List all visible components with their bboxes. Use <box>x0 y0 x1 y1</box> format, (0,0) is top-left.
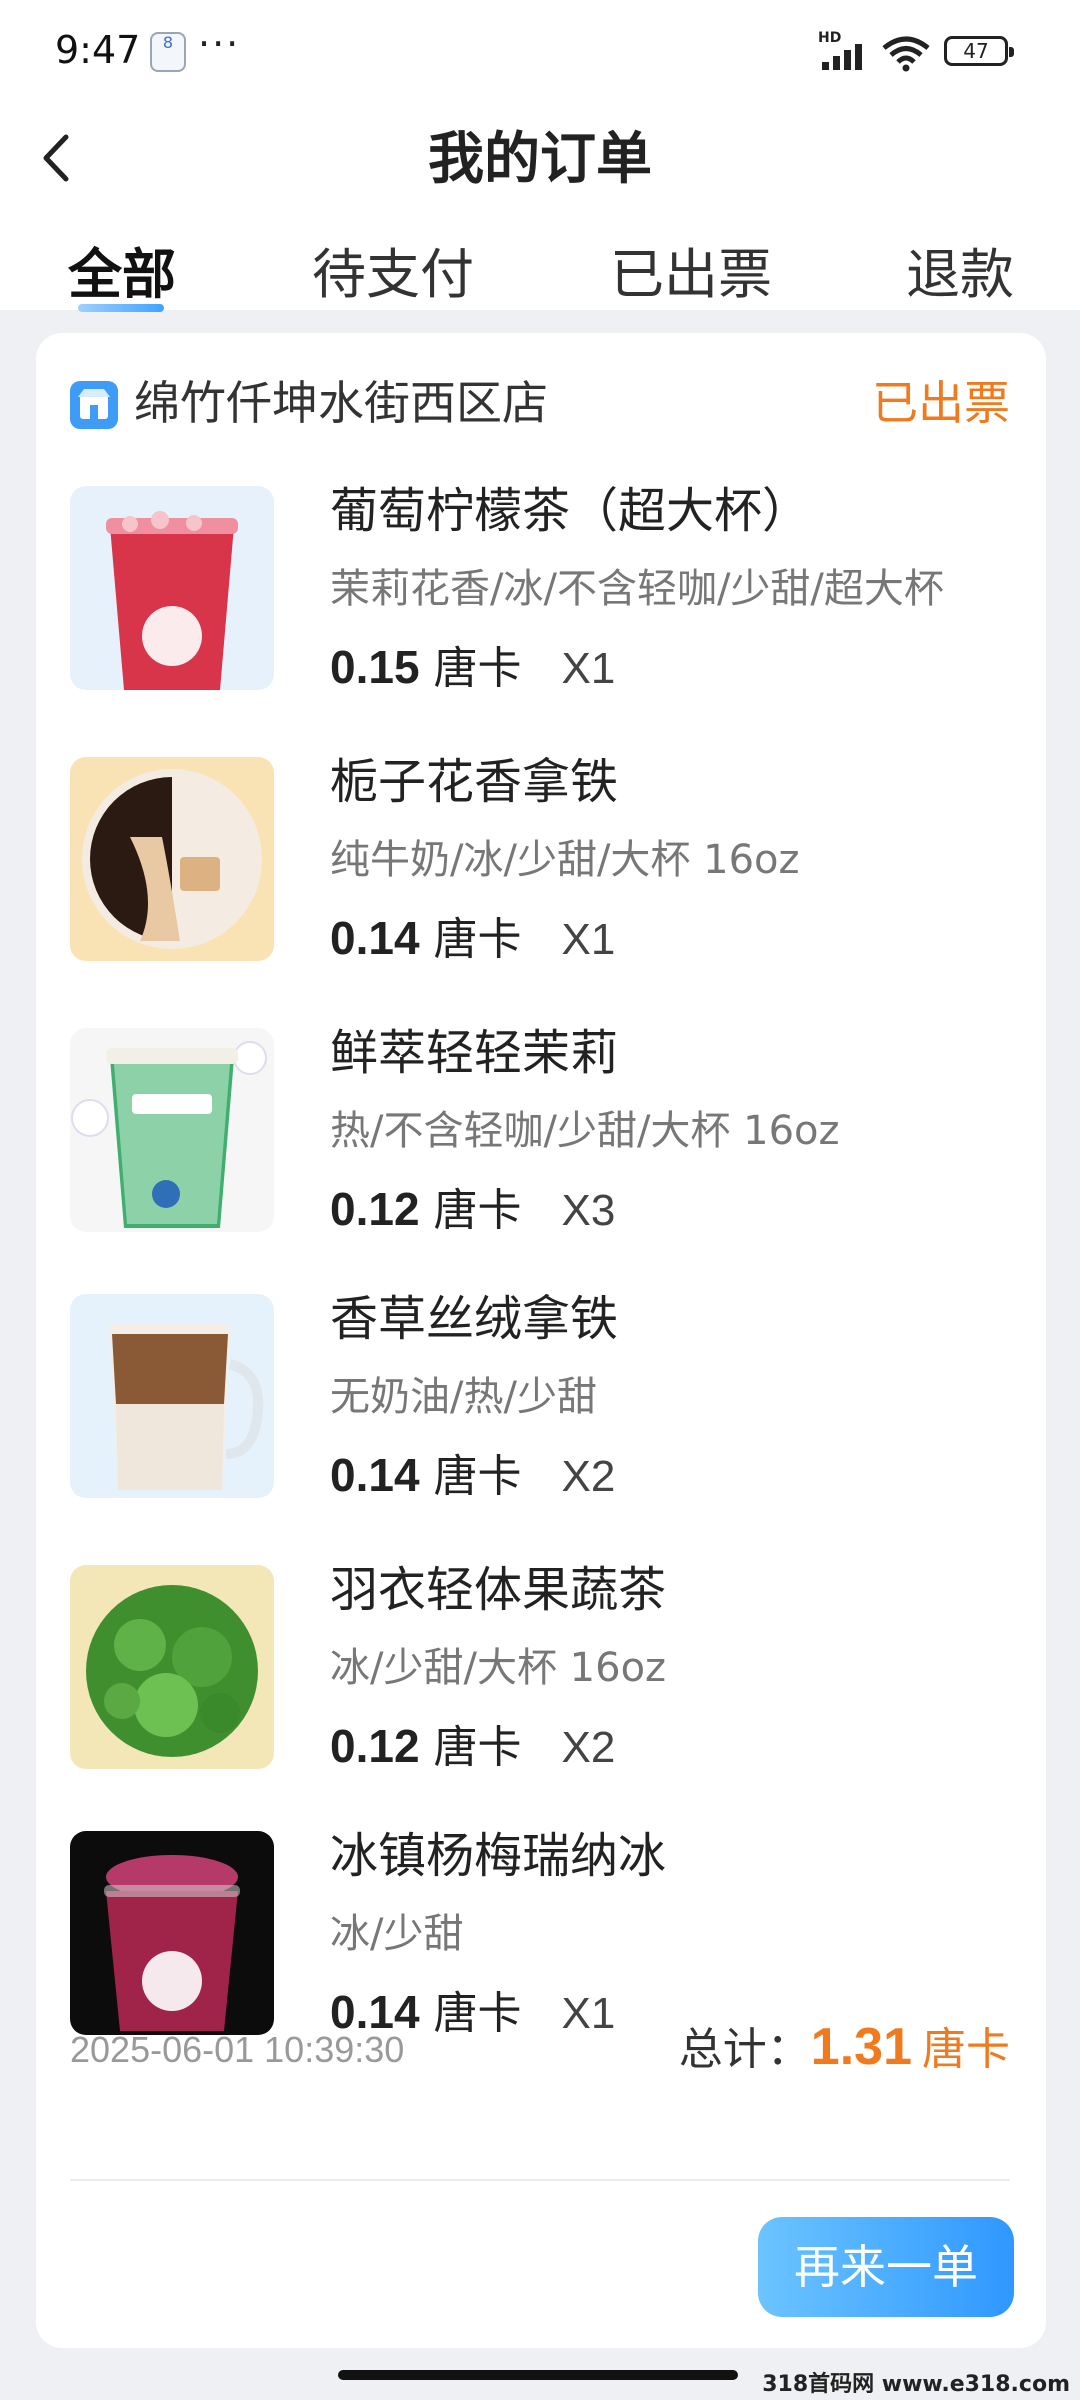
item-spec: 冰/少甜 <box>330 1911 464 1957</box>
more-notifications-icon: ··· <box>198 22 241 66</box>
item-price-unit: 唐卡 <box>433 1451 522 1502</box>
store-icon <box>70 381 118 429</box>
total-label: 总计： <box>678 2024 811 2075</box>
item-price-value: 0.14 <box>330 912 420 964</box>
order-item[interactable]: 栀子花香拿铁 纯牛奶/冰/少甜/大杯 16oz 0.14 唐卡 X1 <box>70 754 1010 967</box>
battery-icon: 47 <box>944 36 1014 66</box>
order-item[interactable]: 香草丝绒拿铁 无奶油/热/少甜 0.14 唐卡 X2 <box>70 1291 1010 1504</box>
header: 我的订单 <box>0 100 1080 220</box>
item-name: 香草丝绒拿铁 <box>330 1291 619 1347</box>
item-price-value: 0.15 <box>330 641 420 693</box>
item-price-unit: 唐卡 <box>433 914 522 965</box>
order-item[interactable]: 羽衣轻体果蔬茶 冰/少甜/大杯 16oz 0.12 唐卡 X2 <box>70 1562 1010 1775</box>
item-quantity: X2 <box>561 1452 616 1501</box>
item-name: 栀子花香拿铁 <box>330 754 619 810</box>
item-spec: 热/不含轻咖/少甜/大杯 16oz <box>330 1108 840 1154</box>
item-spec: 无奶油/热/少甜 <box>330 1374 597 1420</box>
back-button[interactable] <box>40 118 100 198</box>
order-item[interactable]: 葡萄柠檬茶（超大杯） 茉莉花香/冰/不含轻咖/少甜/超大杯 0.15 唐卡 X1 <box>70 483 1010 696</box>
product-image <box>70 486 274 690</box>
item-quantity: X2 <box>561 1723 616 1772</box>
product-image <box>70 1294 274 1498</box>
product-image <box>70 757 274 961</box>
item-price-unit: 唐卡 <box>433 1185 522 1236</box>
item-name: 羽衣轻体果蔬茶 <box>330 1562 667 1618</box>
status-bar: 9:47 8 ··· HD 47 <box>0 0 1080 100</box>
product-image <box>70 1565 274 1769</box>
item-quantity: X3 <box>561 1186 616 1235</box>
order-card[interactable]: 绵竹仟坤水街西区店 已出票 葡萄柠檬茶（超大杯） 茉莉花香/冰/不含轻咖/少甜/… <box>36 333 1046 2348</box>
item-quantity: X1 <box>561 915 616 964</box>
item-price-value: 0.12 <box>330 1720 420 1772</box>
item-price: 0.14 唐卡 X1 <box>330 911 615 967</box>
item-quantity: X1 <box>561 644 616 693</box>
order-timestamp: 2025-06-01 10:39:30 <box>70 2029 405 2070</box>
reorder-button[interactable]: 再来一单 <box>758 2217 1014 2317</box>
divider <box>70 2179 1010 2181</box>
signal-icon <box>822 44 862 70</box>
item-quantity: X1 <box>561 1989 616 2038</box>
item-name: 葡萄柠檬茶（超大杯） <box>330 483 811 539</box>
watermark: 318首码网 www.e318.com <box>762 2372 1070 2397</box>
tab-pending-payment[interactable]: 待支付 <box>312 230 474 306</box>
product-image <box>70 1028 274 1232</box>
order-item[interactable]: 冰镇杨梅瑞纳冰 冰/少甜 0.14 唐卡 X1 <box>70 1828 1010 2041</box>
order-item[interactable]: 鲜萃轻轻茉莉 热/不含轻咖/少甜/大杯 16oz 0.12 唐卡 X3 <box>70 1025 1010 1238</box>
total-value: 1.31 <box>810 2018 912 2076</box>
item-spec: 冰/少甜/大杯 16oz <box>330 1645 667 1691</box>
item-price-unit: 唐卡 <box>433 643 522 694</box>
page-title: 我的订单 <box>428 127 652 192</box>
item-price: 0.14 唐卡 X2 <box>330 1448 615 1504</box>
status-time: 9:47 <box>55 28 141 72</box>
item-price-unit: 唐卡 <box>433 1722 522 1773</box>
tab-refund[interactable]: 退款 <box>906 230 1014 306</box>
tab-all[interactable]: 全部 <box>68 230 176 306</box>
item-name: 冰镇杨梅瑞纳冰 <box>330 1828 667 1884</box>
store-name: 绵竹仟坤水街西区店 <box>134 376 548 430</box>
notification-app-icon: 8 <box>150 32 186 72</box>
store-header: 绵竹仟坤水街西区店 已出票 <box>70 373 1010 433</box>
wifi-icon <box>882 36 930 72</box>
item-price-value: 0.12 <box>330 1183 420 1235</box>
order-status-badge: 已出票 <box>872 376 1010 430</box>
product-image <box>70 1831 274 2035</box>
active-tab-indicator <box>78 304 164 312</box>
item-price: 0.15 唐卡 X1 <box>330 640 615 696</box>
chevron-left-icon <box>43 134 69 182</box>
home-indicator[interactable] <box>338 2370 738 2380</box>
item-price-unit: 唐卡 <box>433 1988 522 2039</box>
item-spec: 纯牛奶/冰/少甜/大杯 16oz <box>330 837 800 883</box>
tab-ticketed[interactable]: 已出票 <box>610 230 772 306</box>
item-spec: 茉莉花香/冰/不含轻咖/少甜/超大杯 <box>330 566 944 612</box>
order-total: 总计：1.31 唐卡 <box>679 2015 1010 2091</box>
order-tabs: 全部 待支付 已出票 退款 <box>0 220 1080 312</box>
item-price: 0.12 唐卡 X3 <box>330 1182 615 1238</box>
item-price-value: 0.14 <box>330 1449 420 1501</box>
item-price: 0.12 唐卡 X2 <box>330 1719 615 1775</box>
item-name: 鲜萃轻轻茉莉 <box>330 1025 619 1081</box>
total-unit: 唐卡 <box>922 2024 1010 2075</box>
